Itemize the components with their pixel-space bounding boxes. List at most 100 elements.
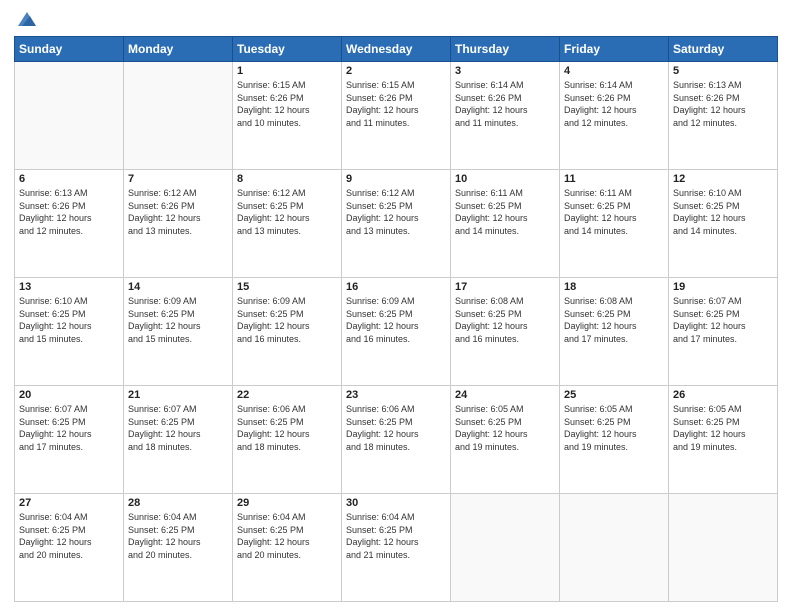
day-of-week-tuesday: Tuesday [233, 37, 342, 62]
calendar-cell: 30 Sunrise: 6:04 AM Sunset: 6:25 PM Dayli… [342, 494, 451, 602]
day-number: 12 [673, 173, 773, 185]
day-number: 19 [673, 281, 773, 293]
week-row-5: 27 Sunrise: 6:04 AM Sunset: 6:25 PM Dayli… [15, 494, 778, 602]
calendar-cell: 13 Sunrise: 6:10 AM Sunset: 6:25 PM Dayli… [15, 278, 124, 386]
day-number: 11 [564, 173, 664, 185]
calendar-cell [451, 494, 560, 602]
day-info: Sunrise: 6:05 AM Sunset: 6:25 PM Dayligh… [564, 403, 664, 453]
calendar-cell: 27Sunrise: 6:04 AM Sunset: 6:25 PM Dayli… [15, 494, 124, 602]
calendar-cell: 24 Sunrise: 6:05 AM Sunset: 6:25 PM Dayli… [451, 386, 560, 494]
calendar-cell: 15 Sunrise: 6:09 AM Sunset: 6:25 PM Dayli… [233, 278, 342, 386]
day-number: 2 [346, 65, 446, 77]
day-info: Sunrise: 6:15 AM Sunset: 6:26 PM Dayligh… [346, 79, 446, 129]
day-number: 4 [564, 65, 664, 77]
calendar-cell: 20 Sunrise: 6:07 AM Sunset: 6:25 PM Dayli… [15, 386, 124, 494]
day-number: 1 [237, 65, 337, 77]
day-of-week-monday: Monday [124, 37, 233, 62]
day-info: Sunrise: 6:14 AM Sunset: 6:26 PM Dayligh… [564, 79, 664, 129]
day-number: 7 [128, 173, 228, 185]
calendar-header: SundayMondayTuesdayWednesdayThursdayFrid… [15, 37, 778, 62]
week-row-2: 6 Sunrise: 6:13 AM Sunset: 6:26 PM Daylig… [15, 170, 778, 278]
day-info: Sunrise: 6:05 AM Sunset: 6:25 PM Dayligh… [455, 403, 555, 453]
day-info: Sunrise: 6:08 AM Sunset: 6:25 PM Dayligh… [455, 295, 555, 345]
calendar-cell: 16Sunrise: 6:09 AM Sunset: 6:25 PM Dayli… [342, 278, 451, 386]
day-number: 30 [346, 497, 446, 509]
day-number: 9 [346, 173, 446, 185]
day-number: 27 [19, 497, 119, 509]
day-info: Sunrise: 6:07 AM Sunset: 6:25 PM Dayligh… [128, 403, 228, 453]
day-number: 10 [455, 173, 555, 185]
calendar-cell: 5 Sunrise: 6:13 AM Sunset: 6:26 PM Daylig… [669, 62, 778, 170]
day-info: Sunrise: 6:14 AM Sunset: 6:26 PM Dayligh… [455, 79, 555, 129]
logo [14, 10, 38, 30]
day-info: Sunrise: 6:11 AM Sunset: 6:25 PM Dayligh… [564, 187, 664, 237]
day-info: Sunrise: 6:11 AM Sunset: 6:25 PM Dayligh… [455, 187, 555, 237]
calendar-cell: 23 Sunrise: 6:06 AM Sunset: 6:25 PM Dayli… [342, 386, 451, 494]
calendar-cell: 2 Sunrise: 6:15 AM Sunset: 6:26 PM Daylig… [342, 62, 451, 170]
day-of-week-saturday: Saturday [669, 37, 778, 62]
day-info: Sunrise: 6:07 AM Sunset: 6:25 PM Dayligh… [19, 403, 119, 453]
week-row-1: 1 Sunrise: 6:15 AM Sunset: 6:26 PM Daylig… [15, 62, 778, 170]
day-info: Sunrise: 6:10 AM Sunset: 6:25 PM Dayligh… [19, 295, 119, 345]
day-number: 16 [346, 281, 446, 293]
day-info: Sunrise: 6:13 AM Sunset: 6:26 PM Dayligh… [673, 79, 773, 129]
calendar-cell: 10 Sunrise: 6:11 AM Sunset: 6:25 PM Dayli… [451, 170, 560, 278]
day-info: Sunrise: 6:12 AM Sunset: 6:25 PM Dayligh… [346, 187, 446, 237]
day-info: Sunrise: 6:10 AM Sunset: 6:25 PM Dayligh… [673, 187, 773, 237]
day-number: 20 [19, 389, 119, 401]
calendar-cell: 21 Sunrise: 6:07 AM Sunset: 6:25 PM Dayli… [124, 386, 233, 494]
day-number: 23 [346, 389, 446, 401]
day-of-week-wednesday: Wednesday [342, 37, 451, 62]
calendar-cell [560, 494, 669, 602]
day-info: Sunrise: 6:07 AM Sunset: 6:25 PM Dayligh… [673, 295, 773, 345]
day-of-week-friday: Friday [560, 37, 669, 62]
day-info: Sunrise: 6:08 AM Sunset: 6:25 PM Dayligh… [564, 295, 664, 345]
day-info: Sunrise: 6:09 AM Sunset: 6:25 PM Dayligh… [237, 295, 337, 345]
day-info: Sunrise: 6:04 AM Sunset: 6:25 PM Dayligh… [346, 511, 446, 561]
day-number: 5 [673, 65, 773, 77]
day-info: Sunrise: 6:04 AM Sunset: 6:25 PM Dayligh… [128, 511, 228, 561]
page: SundayMondayTuesdayWednesdayThursdayFrid… [0, 0, 792, 612]
calendar-cell: 3 Sunrise: 6:14 AM Sunset: 6:26 PM Daylig… [451, 62, 560, 170]
calendar-cell: 7 Sunrise: 6:12 AM Sunset: 6:26 PM Daylig… [124, 170, 233, 278]
day-number: 17 [455, 281, 555, 293]
day-number: 28 [128, 497, 228, 509]
week-row-4: 20 Sunrise: 6:07 AM Sunset: 6:25 PM Dayli… [15, 386, 778, 494]
header [14, 10, 778, 30]
calendar-cell: 18Sunrise: 6:08 AM Sunset: 6:25 PM Dayli… [560, 278, 669, 386]
day-of-week-thursday: Thursday [451, 37, 560, 62]
calendar-body: 1 Sunrise: 6:15 AM Sunset: 6:26 PM Daylig… [15, 62, 778, 602]
calendar-cell: 26 Sunrise: 6:05 AM Sunset: 6:25 PM Dayli… [669, 386, 778, 494]
calendar-cell: 4 Sunrise: 6:14 AM Sunset: 6:26 PM Daylig… [560, 62, 669, 170]
week-row-3: 13 Sunrise: 6:10 AM Sunset: 6:25 PM Dayli… [15, 278, 778, 386]
day-info: Sunrise: 6:15 AM Sunset: 6:26 PM Dayligh… [237, 79, 337, 129]
calendar-cell: 1 Sunrise: 6:15 AM Sunset: 6:26 PM Daylig… [233, 62, 342, 170]
day-info: Sunrise: 6:12 AM Sunset: 6:26 PM Dayligh… [128, 187, 228, 237]
calendar-cell: 14Sunrise: 6:09 AM Sunset: 6:25 PM Dayli… [124, 278, 233, 386]
day-number: 29 [237, 497, 337, 509]
day-info: Sunrise: 6:06 AM Sunset: 6:25 PM Dayligh… [237, 403, 337, 453]
day-number: 6 [19, 173, 119, 185]
day-number: 3 [455, 65, 555, 77]
day-number: 26 [673, 389, 773, 401]
calendar-cell: 17 Sunrise: 6:08 AM Sunset: 6:25 PM Dayli… [451, 278, 560, 386]
day-number: 22 [237, 389, 337, 401]
day-number: 8 [237, 173, 337, 185]
day-number: 24 [455, 389, 555, 401]
calendar-cell: 6 Sunrise: 6:13 AM Sunset: 6:26 PM Daylig… [15, 170, 124, 278]
day-info: Sunrise: 6:12 AM Sunset: 6:25 PM Dayligh… [237, 187, 337, 237]
day-number: 15 [237, 281, 337, 293]
calendar-table: SundayMondayTuesdayWednesdayThursdayFrid… [14, 36, 778, 602]
day-number: 13 [19, 281, 119, 293]
calendar-cell [15, 62, 124, 170]
calendar-cell [669, 494, 778, 602]
day-info: Sunrise: 6:05 AM Sunset: 6:25 PM Dayligh… [673, 403, 773, 453]
calendar-cell: 28 Sunrise: 6:04 AM Sunset: 6:25 PM Dayli… [124, 494, 233, 602]
day-info: Sunrise: 6:13 AM Sunset: 6:26 PM Dayligh… [19, 187, 119, 237]
calendar-cell: 22 Sunrise: 6:06 AM Sunset: 6:25 PM Dayli… [233, 386, 342, 494]
day-of-week-sunday: Sunday [15, 37, 124, 62]
calendar-cell: 9 Sunrise: 6:12 AM Sunset: 6:25 PM Daylig… [342, 170, 451, 278]
day-number: 14 [128, 281, 228, 293]
day-number: 21 [128, 389, 228, 401]
day-info: Sunrise: 6:06 AM Sunset: 6:25 PM Dayligh… [346, 403, 446, 453]
